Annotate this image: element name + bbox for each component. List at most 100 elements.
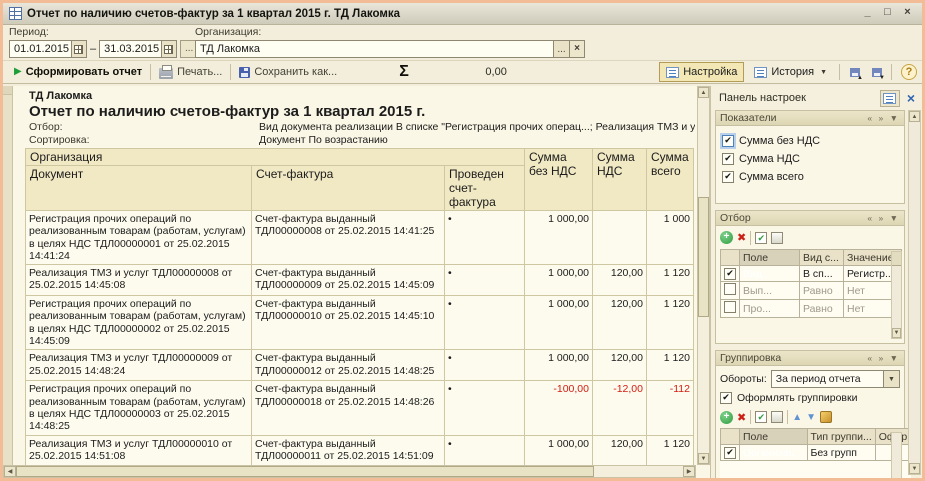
scroll-up-icon[interactable]: ▲ bbox=[909, 111, 920, 122]
section-indicators-header[interactable]: Показатели « » ▼ bbox=[715, 110, 905, 126]
load-settings-button[interactable]: ▲ bbox=[845, 64, 864, 81]
horizontal-scrollbar[interactable]: ◀ ▶ bbox=[3, 465, 696, 478]
scroll-right-icon[interactable]: ▶ bbox=[683, 466, 695, 477]
period-from-input[interactable]: 01.01.2015 bbox=[10, 41, 71, 57]
chevron-right-icon[interactable]: » bbox=[878, 113, 885, 123]
delete-icon[interactable]: ✖ bbox=[737, 411, 746, 424]
move-up-icon[interactable]: ▲ bbox=[792, 412, 802, 423]
col-header-organization[interactable]: Организация bbox=[26, 149, 525, 166]
col-header-sum-net[interactable]: Сумма без НДС bbox=[525, 149, 593, 211]
organization-clear-icon[interactable]: × bbox=[569, 41, 584, 57]
indicator-sum-vat[interactable]: ✔ Сумма НДС bbox=[716, 150, 904, 168]
chevron-right-icon[interactable]: » bbox=[878, 353, 885, 363]
settings-panel: Панель настроек × Показатели « » ▼ ✔ bbox=[710, 86, 922, 478]
scroll-left-icon[interactable]: ◀ bbox=[4, 466, 16, 477]
collapse-icon[interactable]: ▼ bbox=[890, 353, 900, 363]
section-grouping-header[interactable]: Группировка « » ▼ bbox=[715, 350, 905, 366]
panel-properties-button[interactable] bbox=[880, 90, 900, 107]
add-icon[interactable]: + bbox=[720, 231, 733, 244]
save-settings-button[interactable]: ▼ bbox=[867, 64, 886, 81]
move-down-icon[interactable]: ▼ bbox=[806, 412, 816, 423]
autosum-value: 0,00 bbox=[435, 66, 513, 78]
organization-select-button[interactable]: ... bbox=[553, 41, 569, 57]
sort-value: Документ По возрастанию bbox=[259, 134, 695, 146]
filter-row[interactable]: Про... Равно Нет bbox=[721, 300, 902, 318]
save-as-button[interactable]: Сохранить как... bbox=[233, 62, 343, 82]
scroll-down-icon[interactable]: ▼ bbox=[909, 463, 920, 474]
panel-scrollbar[interactable]: ▲ ▼ bbox=[908, 110, 921, 475]
table-row[interactable]: Регистрация прочих операций по реализова… bbox=[26, 296, 694, 350]
grouping-col-type[interactable]: Тип группи... bbox=[807, 429, 875, 445]
grouping-row[interactable]: ✔ Организац... Без групп bbox=[721, 445, 911, 461]
period-to-input[interactable]: 31.03.2015 bbox=[100, 41, 161, 57]
indicator-sum-net[interactable]: ✔ Сумма без НДС bbox=[716, 132, 904, 150]
checkbox-checked[interactable]: ✔ bbox=[724, 268, 736, 280]
indicator-sum-total[interactable]: ✔ Сумма всего bbox=[716, 168, 904, 186]
checkbox-unchecked[interactable] bbox=[724, 301, 736, 313]
calendar-icon[interactable] bbox=[71, 41, 86, 57]
turnovers-select[interactable]: За период отчета ▼ bbox=[771, 370, 900, 388]
generate-report-button[interactable]: ▶ Сформировать отчет bbox=[8, 62, 148, 82]
add-icon[interactable]: + bbox=[720, 411, 733, 424]
grouping-grid-scrollbar[interactable]: ▼ bbox=[891, 432, 902, 481]
check-all-icon[interactable]: ✔ bbox=[755, 232, 767, 244]
scroll-up-icon[interactable]: ▲ bbox=[698, 87, 709, 98]
checkbox-checked[interactable]: ✔ bbox=[722, 153, 734, 165]
chevron-left-icon[interactable]: « bbox=[867, 113, 874, 123]
col-header-posted[interactable]: Проведен счет-фактура bbox=[445, 166, 525, 211]
panel-close-icon[interactable]: × bbox=[904, 91, 918, 105]
scroll-down-icon[interactable]: ▼ bbox=[892, 328, 901, 338]
filter-grid-scrollbar[interactable]: ▼ bbox=[891, 251, 902, 339]
chevron-right-icon[interactable]: » bbox=[878, 213, 885, 223]
col-header-document[interactable]: Документ bbox=[26, 166, 252, 211]
checkbox-unchecked[interactable] bbox=[724, 283, 736, 295]
chevron-left-icon[interactable]: « bbox=[867, 213, 874, 223]
filter-row[interactable]: Вып... Равно Нет bbox=[721, 282, 902, 300]
section-filter-header[interactable]: Отбор « » ▼ bbox=[715, 210, 905, 226]
delete-icon[interactable]: ✖ bbox=[737, 231, 746, 244]
calendar-icon[interactable] bbox=[161, 41, 176, 57]
posted-dot: • bbox=[445, 265, 525, 296]
print-button[interactable]: Печать... bbox=[153, 62, 228, 82]
settings-toggle-button[interactable]: Настройка bbox=[659, 62, 744, 82]
checkbox-checked[interactable]: ✔ bbox=[724, 447, 736, 459]
close-icon[interactable]: × bbox=[899, 6, 916, 21]
vertical-scrollbar[interactable]: ▲ ▼ bbox=[697, 86, 710, 465]
chevron-left-icon[interactable]: « bbox=[867, 353, 874, 363]
history-button[interactable]: История ▼ bbox=[747, 62, 834, 82]
filter-row[interactable]: ✔ Вид... В сп... Регистр... bbox=[721, 266, 902, 282]
checkbox-checked[interactable]: ✔ bbox=[722, 171, 734, 183]
grouping-col-field[interactable]: Поле bbox=[740, 429, 808, 445]
col-header-sum-vat[interactable]: Сумма НДС bbox=[593, 149, 647, 211]
col-header-invoice[interactable]: Счет-фактура bbox=[252, 166, 445, 211]
history-icon bbox=[754, 67, 767, 78]
filter-col-kind[interactable]: Вид с... bbox=[800, 250, 844, 266]
col-header-sum-total[interactable]: Сумма всего bbox=[647, 149, 694, 211]
organization-input[interactable]: ТД Лакомка bbox=[196, 41, 553, 57]
table-row[interactable]: Реализация ТМЗ и услуг ТДЛ00000010 от 25… bbox=[26, 435, 694, 465]
checkbox-checked[interactable]: ✔ bbox=[722, 135, 734, 147]
vertical-scroll-thumb[interactable] bbox=[698, 197, 709, 317]
posted-dot: • bbox=[445, 211, 525, 265]
horizontal-scroll-thumb[interactable] bbox=[16, 466, 594, 477]
uncheck-all-icon[interactable] bbox=[771, 411, 783, 423]
filter-col-field[interactable]: Поле bbox=[740, 250, 800, 266]
format-icon[interactable] bbox=[820, 411, 832, 423]
autosum-button[interactable]: Σ bbox=[399, 63, 409, 81]
maximize-icon[interactable]: □ bbox=[879, 6, 896, 21]
table-row[interactable]: Реализация ТМЗ и услуг ТДЛ00000009 от 25… bbox=[26, 350, 694, 381]
format-groupings-checkbox[interactable]: ✔ Оформлять группировки bbox=[716, 390, 904, 406]
collapse-icon[interactable]: ▼ bbox=[890, 213, 900, 223]
minimize-icon[interactable]: _ bbox=[859, 6, 876, 21]
checkbox-checked[interactable]: ✔ bbox=[720, 392, 732, 404]
chevron-down-icon[interactable]: ▼ bbox=[883, 371, 899, 387]
scroll-down-icon[interactable]: ▼ bbox=[698, 453, 709, 464]
table-row[interactable]: Регистрация прочих операций по реализова… bbox=[26, 381, 694, 435]
check-all-icon[interactable]: ✔ bbox=[755, 411, 767, 423]
table-row[interactable]: Регистрация прочих операций по реализова… bbox=[26, 211, 694, 265]
uncheck-all-icon[interactable] bbox=[771, 232, 783, 244]
collapse-icon[interactable]: ▼ bbox=[890, 113, 900, 123]
settings-panel-icon bbox=[666, 67, 679, 78]
table-row[interactable]: Реализация ТМЗ и услуг ТДЛ00000008 от 25… bbox=[26, 265, 694, 296]
help-button[interactable]: ? bbox=[901, 64, 917, 80]
